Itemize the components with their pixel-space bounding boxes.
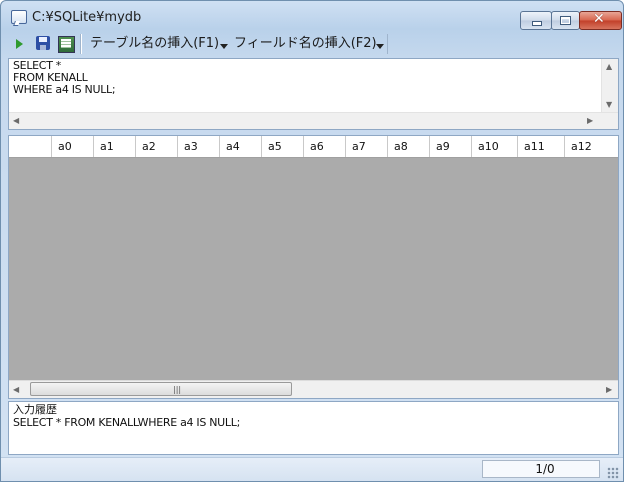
scroll-left-icon[interactable]: ◀ — [13, 386, 19, 394]
minimize-button[interactable] — [520, 11, 552, 30]
close-icon: ✕ — [593, 11, 605, 27]
title-bar[interactable]: C:¥SQLite¥mydb ✕ — [1, 1, 623, 31]
run-icon[interactable] — [16, 39, 23, 49]
column-header[interactable]: a0 — [52, 136, 94, 157]
maximize-button[interactable] — [551, 11, 580, 30]
sql-text[interactable]: SELECT * FROM KENALL WHERE a4 IS NULL; — [13, 60, 116, 96]
column-header[interactable]: a11 — [518, 136, 565, 157]
grid-horizontal-scrollbar[interactable]: ◀ ||| ▶ — [9, 380, 618, 398]
column-header[interactable]: a10 — [472, 136, 518, 157]
chevron-down-icon[interactable] — [220, 44, 228, 49]
sql-editor[interactable]: SELECT * FROM KENALL WHERE a4 IS NULL; ▲… — [8, 58, 619, 130]
close-button[interactable]: ✕ — [579, 11, 622, 30]
column-header[interactable]: a4 — [220, 136, 262, 157]
toolbar-separator — [80, 34, 82, 54]
save-icon[interactable] — [36, 36, 50, 50]
scroll-down-icon[interactable]: ▼ — [606, 101, 612, 109]
minimize-icon — [532, 21, 542, 26]
row-header-corner — [9, 136, 52, 157]
scroll-right-icon[interactable]: ▶ — [587, 117, 593, 125]
resize-grip-icon[interactable] — [607, 467, 619, 479]
chevron-down-icon[interactable] — [376, 44, 384, 49]
scroll-up-icon[interactable]: ▲ — [606, 63, 612, 71]
editor-horizontal-scrollbar[interactable]: ◀ ▶ — [9, 112, 618, 129]
toolbar: テーブル名の挿入(F1) フィールド名の挿入(F2) — [8, 32, 388, 56]
insert-table-name-button[interactable]: テーブル名の挿入(F1) — [90, 36, 219, 52]
result-grid[interactable]: a0 a1 a2 a3 a4 a5 a6 a7 a8 a9 a10 a11 a1… — [8, 135, 619, 399]
history-label: 入力履歴 — [13, 403, 57, 416]
toolbar-separator — [387, 34, 388, 54]
app-icon — [11, 10, 27, 24]
column-header[interactable]: a2 — [136, 136, 178, 157]
scroll-left-icon[interactable]: ◀ — [13, 117, 19, 125]
status-bar: 1/0 — [1, 457, 623, 481]
column-header[interactable]: a7 — [346, 136, 388, 157]
column-header[interactable]: a12 — [565, 136, 618, 157]
scroll-thumb[interactable]: ||| — [30, 382, 292, 396]
editor-vertical-scrollbar[interactable]: ▲ ▼ — [601, 59, 618, 113]
window-title: C:¥SQLite¥mydb — [32, 10, 142, 25]
grip-icon: ||| — [173, 385, 182, 394]
column-header[interactable]: a6 — [304, 136, 346, 157]
export-icon[interactable] — [58, 36, 75, 53]
insert-field-name-button[interactable]: フィールド名の挿入(F2) — [234, 36, 377, 52]
column-header[interactable]: a9 — [430, 136, 472, 157]
input-history-panel[interactable]: 入力履歴 SELECT * FROM KENALLWHERE a4 IS NUL… — [8, 401, 619, 455]
column-header[interactable]: a3 — [178, 136, 220, 157]
grid-header: a0 a1 a2 a3 a4 a5 a6 a7 a8 a9 a10 a11 a1… — [9, 136, 618, 158]
app-window: C:¥SQLite¥mydb ✕ テーブル名の挿入(F1) フィールド名の挿入(… — [0, 0, 624, 482]
column-header[interactable]: a1 — [94, 136, 136, 157]
maximize-icon — [560, 16, 571, 25]
history-text[interactable]: SELECT * FROM KENALLWHERE a4 IS NULL; — [13, 417, 240, 429]
page-indicator: 1/0 — [482, 460, 600, 478]
scroll-right-icon[interactable]: ▶ — [606, 386, 612, 394]
column-header[interactable]: a8 — [388, 136, 430, 157]
column-header[interactable]: a5 — [262, 136, 304, 157]
